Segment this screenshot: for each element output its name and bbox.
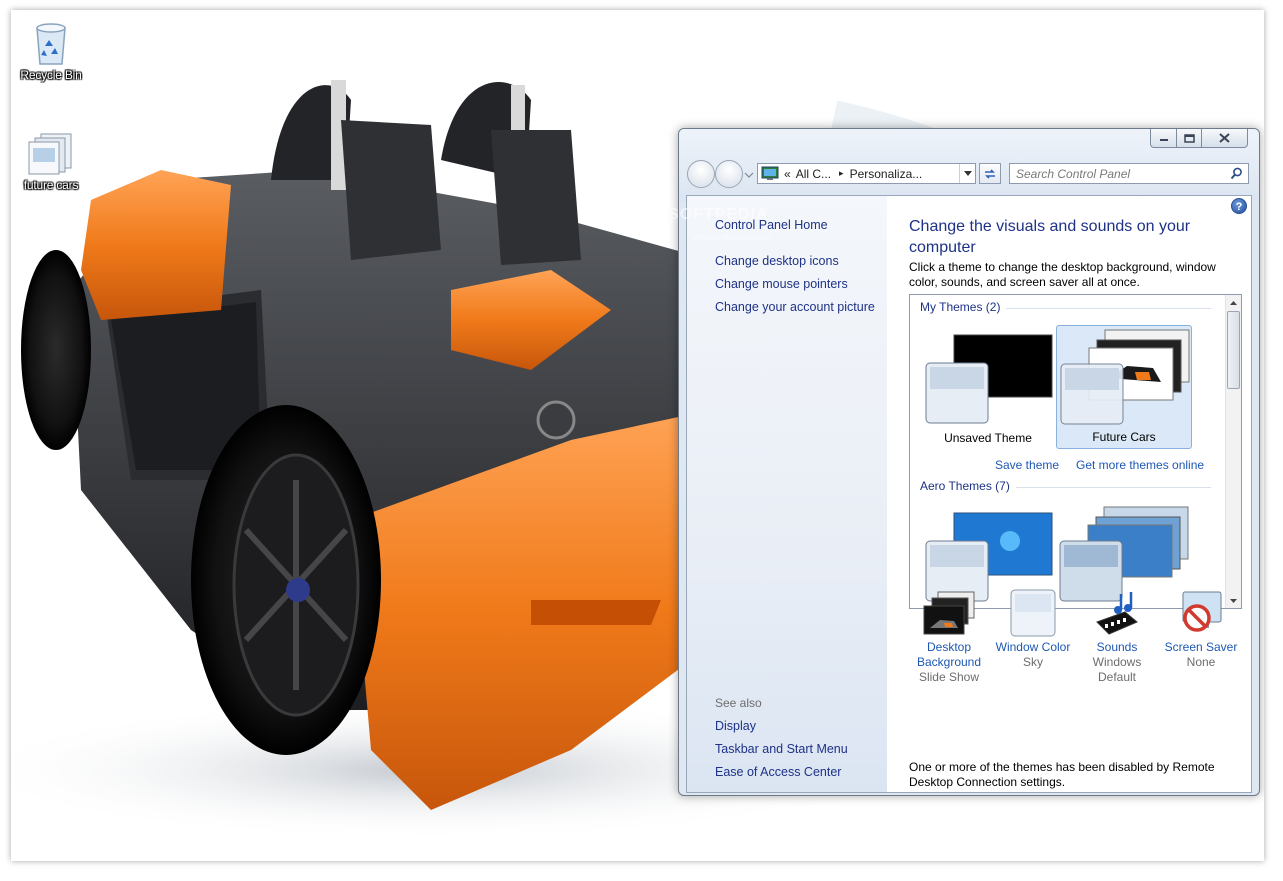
window-body: Control Panel Home Change desktop icons … [686, 195, 1252, 793]
search-icon[interactable] [1230, 167, 1243, 180]
theme-future-cars[interactable]: Future Cars [1056, 325, 1192, 449]
desktop-icon-future-cars[interactable]: future cars [11, 132, 91, 192]
sounds-setting[interactable]: Sounds Windows Default [1077, 592, 1157, 685]
screen-saver-setting[interactable]: Screen Saver None [1161, 591, 1241, 670]
recent-pages-chevron-icon[interactable] [743, 169, 755, 181]
screen-saver-value: None [1186, 655, 1216, 669]
see-also-heading: See also [715, 696, 762, 710]
sounds-link[interactable]: Sounds [1077, 640, 1157, 655]
change-mouse-pointers-link[interactable]: Change mouse pointers [715, 277, 848, 291]
remote-desktop-note: One or more of the themes has been disab… [909, 760, 1215, 789]
ease-of-access-link[interactable]: Ease of Access Center [715, 765, 841, 779]
breadcrumb-all-control-panel[interactable]: All C... [796, 167, 831, 181]
future-cars-label: future cars [23, 178, 79, 192]
minimize-button[interactable] [1150, 129, 1177, 148]
left-task-pane: Control Panel Home Change desktop icons … [687, 196, 887, 792]
screen-saver-link[interactable]: Screen Saver [1161, 640, 1241, 655]
display-link[interactable]: Display [715, 719, 756, 733]
main-content: ? Change the visuals and sounds on your … [887, 196, 1251, 792]
address-bar[interactable]: « All C... ▸ Personaliza... [757, 163, 976, 184]
softpedia-watermark: SOFTPEDIA [668, 206, 769, 223]
close-button[interactable] [1201, 129, 1248, 148]
recycle-bin-icon [36, 23, 66, 65]
window-color-setting[interactable]: Window Color Sky [993, 589, 1073, 670]
sounds-icon [1096, 592, 1138, 635]
chevron-down-icon [963, 171, 972, 176]
scroll-up-button[interactable] [1226, 295, 1241, 310]
desktop-background-link[interactable]: Desktop Background [909, 640, 989, 670]
window-color-link[interactable]: Window Color [993, 640, 1073, 655]
minimize-icon [1159, 139, 1168, 141]
softpedia-watermark-url: www.softpedia.com [693, 232, 771, 242]
search-box[interactable] [1009, 163, 1249, 184]
taskbar-start-menu-link[interactable]: Taskbar and Start Menu [715, 742, 848, 756]
desktop: Recycle Bin future cars « All C... ▸ Per… [11, 10, 1264, 861]
group-aero-themes[interactable]: Aero Themes (7) [920, 479, 1010, 493]
back-button[interactable] [687, 160, 715, 188]
theme-list[interactable]: My Themes (2) Unsaved Theme Future Cars … [909, 294, 1242, 609]
search-input[interactable] [1016, 164, 1226, 183]
screen: Recycle Bin future cars « All C... ▸ Per… [0, 0, 1283, 881]
sounds-value: Windows Default [1092, 655, 1142, 684]
theme-pack-icon [28, 133, 72, 175]
group-my-themes[interactable]: My Themes (2) [920, 300, 1000, 314]
desktop-background-icon [923, 591, 975, 635]
theme-thumbnail-future-cars [1060, 329, 1190, 425]
page-title: Change the visuals and sounds on your co… [909, 218, 1191, 256]
forward-button[interactable] [715, 160, 743, 188]
group-divider [1016, 487, 1211, 488]
window-color-icon [1010, 589, 1056, 637]
page-description: Click a theme to change the desktop back… [909, 260, 1216, 289]
theme-name-future-cars: Future Cars [1092, 430, 1156, 444]
window-color-value: Sky [1022, 655, 1043, 669]
get-more-themes-link[interactable]: Get more themes online [1076, 458, 1204, 472]
breadcrumb-separator[interactable]: ▸ [839, 168, 844, 179]
scroll-down-arrow-icon [1230, 598, 1237, 603]
address-dropdown-button[interactable] [959, 164, 975, 183]
desktop-background-value: Slide Show [918, 670, 980, 684]
breadcrumb-personalization[interactable]: Personaliza... [850, 167, 923, 181]
restore-icon [1183, 133, 1195, 143]
scroll-thumb[interactable] [1227, 311, 1240, 389]
theme-thumbnail-unsaved [925, 334, 1053, 424]
control-panel-icon [761, 166, 779, 180]
help-icon[interactable]: ? [1231, 198, 1247, 214]
group-divider [1006, 308, 1211, 309]
scroll-up-arrow-icon [1230, 300, 1237, 305]
theme-unsaved[interactable]: Unsaved Theme [920, 325, 1056, 449]
refresh-button[interactable] [979, 163, 1001, 184]
maximize-button[interactable] [1176, 129, 1202, 148]
change-account-picture-link[interactable]: Change your account picture [715, 300, 875, 314]
theme-list-scrollbar[interactable] [1225, 295, 1241, 608]
control-panel-window: « All C... ▸ Personaliza... Search Contr… [678, 128, 1260, 796]
address-chevron[interactable]: « [784, 167, 791, 181]
refresh-icon [985, 168, 995, 179]
screen-saver-icon [1182, 591, 1222, 632]
save-theme-link[interactable]: Save theme [995, 458, 1059, 472]
change-desktop-icons-link[interactable]: Change desktop icons [715, 254, 839, 268]
desktop-icon-recycle-bin[interactable]: Recycle Bin [11, 20, 91, 82]
desktop-background-setting[interactable]: Desktop Background Slide Show [909, 591, 989, 685]
recycle-bin-label: Recycle Bin [20, 68, 82, 82]
scroll-down-button[interactable] [1226, 593, 1241, 608]
theme-name-unsaved: Unsaved Theme [944, 431, 1032, 445]
close-icon [1219, 133, 1230, 143]
